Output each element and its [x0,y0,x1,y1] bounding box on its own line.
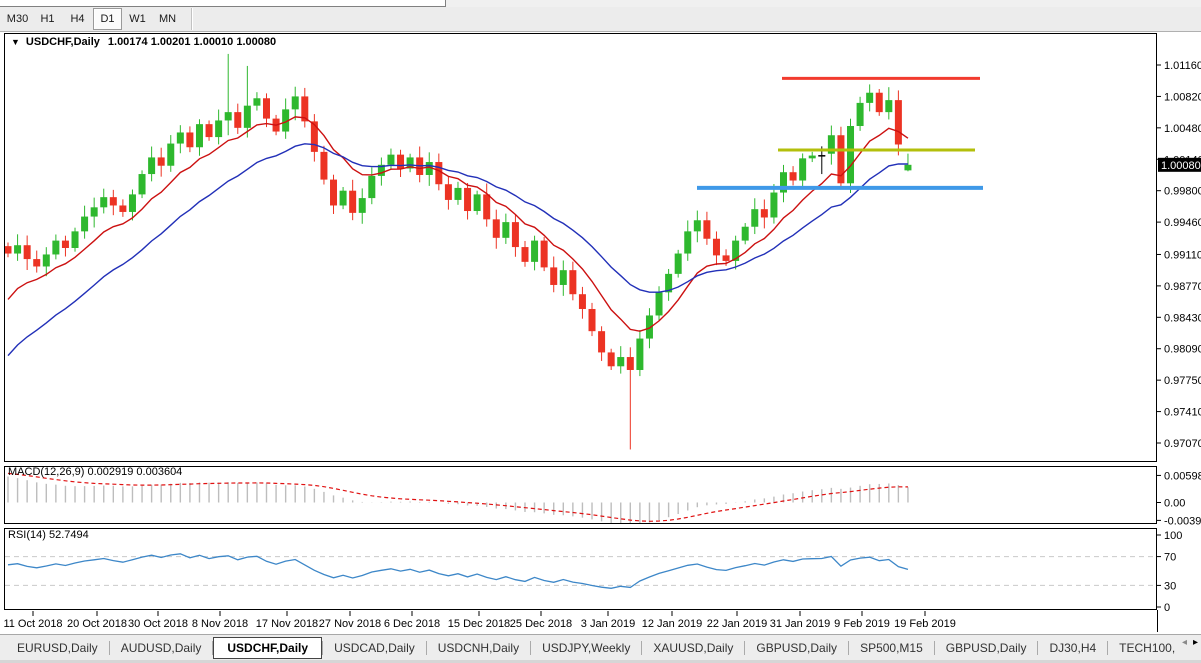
tab-usdchf-daily[interactable]: USDCHF,Daily [213,637,322,659]
symbol-title: USDCHF,Daily [26,36,100,48]
rsi-name: RSI(14) [8,529,46,541]
date-axis-label: 12 Jan 2019 [642,618,703,630]
rsi-axis-label: 70 [1164,552,1176,564]
date-axis-label: 9 Feb 2019 [834,618,890,630]
price-axis-label: 0.97750 [1164,375,1201,387]
date-axis-label: 31 Jan 2019 [770,618,831,630]
tab-audusd-daily[interactable]: AUDUSD,Daily [110,638,213,658]
ma-fast-line [8,117,908,331]
tab-gbpusd-daily[interactable]: GBPUSD,Daily [935,638,1038,658]
macd-name: MACD(12,26,9) [8,466,84,478]
date-axis-label: 22 Jan 2019 [707,618,768,630]
price-axis-label: 0.97070 [1164,438,1201,450]
price-axis: 1.011601.008201.004801.001400.998000.994… [1157,60,1201,450]
rsi-value: 52.7494 [49,529,89,541]
date-axis: 11 Oct 2018 20 Oct 201830 Oct 2018 8 Nov 2… [3,611,955,630]
rsi-indicator-label: RSI(14) 52.7494 [8,529,89,541]
current-price-label: 1.00080 [1161,160,1201,172]
pane-rsi-border [5,529,1157,610]
price-axis-label: 0.97410 [1164,407,1201,419]
tab-tech100-[interactable]: TECH100, [1108,638,1186,658]
tab-usdcnh-daily[interactable]: USDCNH,Daily [427,638,530,658]
tab-scroll-left-icon[interactable]: ◂ [1182,638,1187,648]
macd-axis-label: 0.005985 [1164,470,1201,482]
price-axis-label: 0.99460 [1164,217,1201,229]
macd-indicator-label: MACD(12,26,9) 0.002919 0.003604 [8,466,182,478]
chart-canvas[interactable]: 1.011601.008201.004801.001400.998000.994… [0,0,1201,663]
date-axis-label: 20 Oct 2018 [67,618,127,630]
date-axis-label: 6 Dec 2018 [384,618,440,630]
tab-usdcad-daily[interactable]: USDCAD,Daily [323,638,426,658]
macd-values: 0.002919 0.003604 [87,466,182,478]
price-axis-label: 1.01160 [1164,60,1201,72]
pane-main-border [5,34,1157,462]
tab-eurusd-daily[interactable]: EURUSD,Daily [6,638,109,658]
tab-scroll-buttons: ◂ ▸ [1182,638,1198,648]
rsi-axis-label: 30 [1164,580,1176,592]
rsi-line [8,554,908,589]
date-axis-label: 27 Nov 2018 [319,618,381,630]
price-axis-label: 0.99110 [1164,249,1201,261]
tab-xauusd-daily[interactable]: XAUUSD,Daily [642,638,744,658]
macd-axis-label: -0.003954 [1164,515,1201,527]
price-axis-label: 1.00480 [1164,123,1201,135]
tab-gbpusd-daily[interactable]: GBPUSD,Daily [745,638,848,658]
date-axis-label: 30 Oct 2018 [128,618,188,630]
price-axis-label: 1.00820 [1164,91,1201,103]
rsi-axis-label: 0 [1164,602,1170,614]
tab-scroll-right-icon[interactable]: ▸ [1193,638,1198,648]
date-axis-label: 11 Oct 2018 [3,618,62,630]
date-axis-label: 8 Nov 2018 [192,618,248,630]
macd-axis-label: 0.00 [1164,498,1185,510]
ohlc-values: 1.00174 1.00201 1.00010 1.00080 [108,36,276,48]
chart-title: ▼ USDCHF,Daily 1.00174 1.00201 1.00010 1.0… [11,36,276,48]
chart-tab-bar: EURUSD,DailyAUDUSD,DailyUSDCHF,DailyUSDC… [0,634,1201,660]
rsi-axis-label: 100 [1164,530,1182,542]
date-axis-label: 17 Nov 2018 [256,618,318,630]
date-axis-label: 25 Dec 2018 [510,618,572,630]
price-axis-label: 0.98770 [1164,281,1201,293]
price-axis-label: 0.99800 [1164,186,1201,198]
macd-signal-line [8,473,908,521]
tab-usdjpy-weekly[interactable]: USDJPY,Weekly [531,638,641,658]
tab-dj30-h4[interactable]: DJ30,H4 [1038,638,1107,658]
date-axis-label: 15 Dec 2018 [448,618,510,630]
macd-histogram [8,477,908,526]
price-axis-label: 0.98430 [1164,312,1201,324]
symbol-dropdown-icon: ▼ [11,37,20,47]
price-axis-label: 0.98090 [1164,344,1201,356]
tab-sp500-m15[interactable]: SP500,M15 [849,638,934,658]
date-axis-label: 3 Jan 2019 [581,618,635,630]
date-axis-label: 19 Feb 2019 [894,618,956,630]
